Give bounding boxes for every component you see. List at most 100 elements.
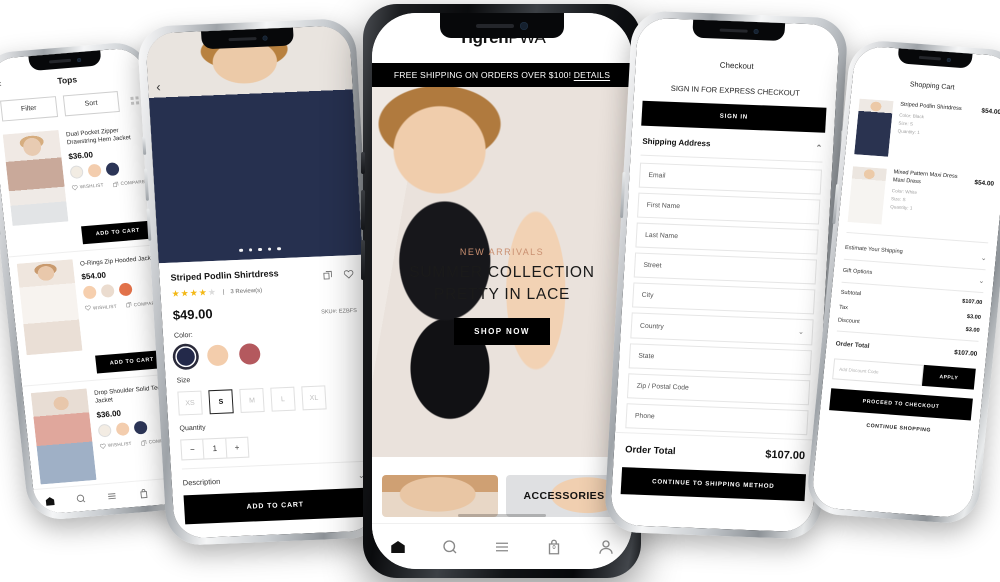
color-swatch[interactable] [82, 285, 97, 300]
size-option-s[interactable]: S [208, 389, 234, 415]
color-option[interactable] [238, 343, 261, 365]
wishlist-icon[interactable] [343, 266, 354, 284]
color-swatch[interactable] [118, 282, 133, 297]
volume-up-button[interactable] [361, 190, 365, 230]
cart-item-price: $54.00 [974, 179, 995, 188]
hero-banner[interactable]: NEW ARRIVALS SUMMER COLLECTION PRETTY IN… [372, 87, 632, 457]
cart-item-name[interactable]: Striped Podlin Shirtdress [900, 102, 962, 114]
search-icon[interactable] [441, 538, 459, 556]
add-to-cart-button[interactable]: ADD TO CART [81, 220, 155, 245]
cart-item[interactable]: Mixed Pattern Maxi Dress Maxi Dress $54.… [838, 160, 1000, 239]
filter-button[interactable]: Filter [0, 96, 58, 122]
qty-decrease-button[interactable]: − [181, 440, 203, 460]
product-color-swatches[interactable] [69, 160, 147, 179]
tax-value: $3.00 [966, 313, 982, 321]
street-field[interactable]: Street [633, 252, 818, 285]
email-field[interactable]: Email [638, 162, 823, 195]
size-option-l[interactable]: L [270, 386, 296, 412]
subtotal-value: $107.00 [961, 298, 983, 307]
wishlist-button[interactable]: WISHLIST [71, 182, 104, 191]
account-icon[interactable] [597, 538, 615, 556]
heart-icon [71, 184, 78, 191]
color-swatch[interactable] [69, 164, 84, 179]
product-image-carousel[interactable]: ‹ [145, 25, 363, 264]
size-option-m[interactable]: M [239, 387, 265, 413]
accordion-label: Description [182, 476, 221, 488]
shipping-promo-link[interactable]: DETAILS [574, 70, 610, 80]
size-option-xs[interactable]: XS [177, 390, 203, 416]
sort-button[interactable]: Sort [62, 90, 120, 117]
color-swatch[interactable] [105, 161, 120, 176]
color-swatch[interactable] [115, 421, 130, 436]
reviews-label[interactable]: 3 Review(s) [230, 287, 262, 294]
home-icon[interactable] [389, 538, 407, 556]
cart-item-name[interactable]: Mixed Pattern Maxi Dress Maxi Dress [892, 169, 965, 190]
state-placeholder: State [638, 352, 655, 361]
color-options[interactable] [174, 339, 358, 368]
product-name[interactable]: Dual Pocket Zipper Drawstring Hem Jacket [66, 125, 145, 148]
discount-code-input[interactable]: Add Discount Code [832, 358, 924, 386]
country-select[interactable]: Country ⌄ [630, 312, 814, 346]
product-thumbnail[interactable] [30, 388, 97, 485]
size-option-xl[interactable]: XL [301, 385, 327, 411]
notch [440, 13, 564, 38]
phone-home: TigrenPWA FREE SHIPPING ON ORDERS OVER $… [361, 4, 643, 578]
color-swatch[interactable] [97, 423, 112, 438]
add-to-cart-button[interactable]: ADD TO CART [183, 487, 368, 525]
state-field[interactable]: State [628, 343, 812, 376]
phone-field[interactable]: Phone [625, 403, 809, 436]
compare-button[interactable]: COMPARE [112, 179, 146, 188]
product-color-swatches[interactable] [82, 281, 161, 300]
quantity-stepper[interactable]: − 1 + [180, 436, 250, 461]
hero-title-line1: SUMMER COLLECTION [409, 264, 595, 281]
category-tile[interactable] [382, 475, 498, 517]
front-camera-icon [261, 35, 268, 41]
qty-value[interactable]: 1 [202, 438, 227, 459]
email-placeholder: Email [648, 171, 666, 180]
product-card[interactable]: Dual Pocket Zipper Drawstring Hem Jacket… [0, 117, 160, 227]
notch [201, 27, 295, 50]
city-field[interactable]: City [632, 282, 816, 315]
mute-button[interactable] [361, 152, 365, 174]
first-name-field[interactable]: First Name [637, 192, 821, 225]
last-name-field[interactable]: Last Name [635, 222, 819, 255]
compare-icon[interactable] [322, 267, 333, 285]
back-icon[interactable]: ‹ [156, 79, 161, 94]
volume-down-button[interactable] [361, 240, 365, 280]
cart-icon[interactable]: 0 [545, 538, 563, 556]
product-actions [322, 266, 354, 285]
continue-to-shipping-button[interactable]: CONTINUE TO SHIPPING METHOD [620, 467, 807, 502]
menu-icon[interactable] [106, 490, 118, 502]
cart-icon[interactable] [137, 488, 149, 500]
qty-increase-button[interactable]: + [224, 437, 249, 458]
zip-field[interactable]: Zip / Postal Code [626, 373, 811, 406]
color-swatch[interactable] [100, 284, 115, 299]
rating-stars[interactable]: ★★★★★ [171, 287, 217, 300]
product-thumbnail[interactable] [2, 129, 69, 227]
menu-icon[interactable] [493, 538, 511, 556]
product-thumbnail[interactable] [16, 259, 83, 356]
shop-now-button[interactable]: SHOP NOW [454, 318, 550, 345]
home-icon[interactable] [44, 495, 56, 507]
cart-item[interactable]: Striped Podlin Shirtdress $54.00 Color: … [845, 92, 1000, 171]
zip-placeholder: Zip / Postal Code [636, 382, 689, 392]
search-icon[interactable] [75, 493, 87, 505]
color-swatch[interactable] [133, 420, 148, 435]
heart-icon [100, 443, 106, 449]
notch [692, 19, 786, 42]
quantity-label: Quantity [179, 424, 206, 433]
screen: TigrenPWA FREE SHIPPING ON ORDERS OVER $… [372, 13, 632, 569]
wishlist-button[interactable]: WISHLIST [100, 441, 132, 450]
discount-value: $3.00 [965, 326, 980, 334]
cart-item-thumbnail[interactable] [854, 98, 894, 157]
wishlist-button[interactable]: WISHLIST [85, 303, 117, 312]
color-option-selected[interactable] [174, 345, 197, 368]
product-card[interactable]: O-Rings Zip Hooded Jacket $54.00 WISHLIS… [7, 243, 175, 356]
cart-item-thumbnail[interactable] [847, 166, 887, 225]
front-camera-icon [76, 57, 82, 62]
grid-view-icon[interactable] [130, 95, 140, 105]
apply-discount-button[interactable]: APPLY [921, 364, 976, 390]
color-option[interactable] [206, 344, 229, 367]
color-swatch[interactable] [87, 163, 102, 178]
size-options[interactable]: XS S M L XL [177, 384, 360, 416]
